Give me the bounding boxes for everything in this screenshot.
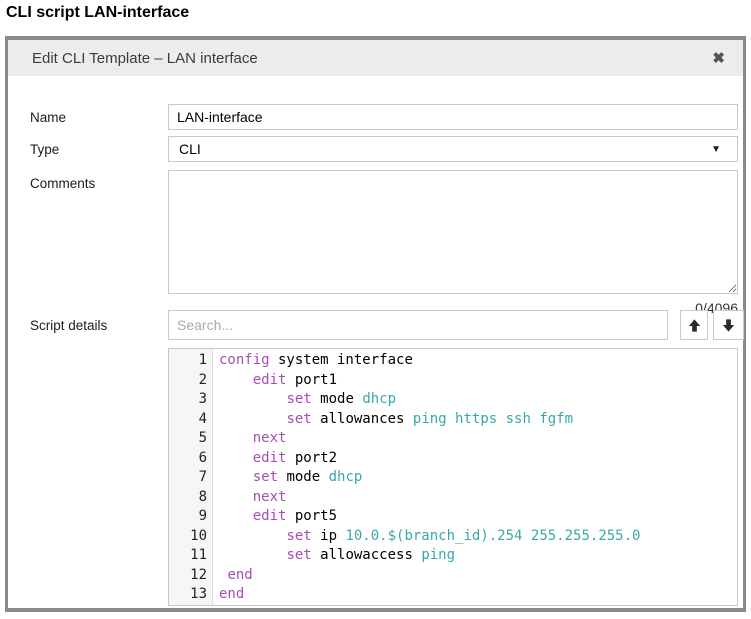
code-line: set ip 10.0.$(branch_id).254 255.255.255…	[219, 527, 737, 547]
code-lines: config system interface edit port1 set m…	[213, 349, 737, 605]
type-select-value: CLI	[179, 141, 711, 157]
code-line: set allowances ping https ssh fgfm	[219, 410, 737, 430]
comments-textarea[interactable]	[168, 170, 738, 294]
code-line: next	[219, 488, 737, 508]
script-code-editor[interactable]: 12345678910111213 config system interfac…	[168, 348, 738, 606]
code-line: set allowaccess ping	[219, 546, 737, 566]
name-input[interactable]	[168, 104, 738, 130]
arrow-up-icon	[687, 318, 702, 333]
arrow-down-icon	[721, 318, 736, 333]
script-details-label: Script details	[30, 318, 107, 333]
close-icon[interactable]: ✖	[712, 51, 725, 66]
line-numbers: 12345678910111213	[169, 349, 213, 605]
screen: CLI script LAN-interface Edit CLI Templa…	[0, 0, 751, 619]
code-line: edit port1	[219, 371, 737, 391]
move-up-button[interactable]	[680, 310, 708, 340]
type-label: Type	[30, 142, 59, 157]
code-line: end	[219, 566, 737, 586]
code-line: next	[219, 429, 737, 449]
page-title: CLI script LAN-interface	[6, 4, 189, 22]
dialog-title: Edit CLI Template – LAN interface	[32, 50, 712, 67]
code-line: edit port5	[219, 507, 737, 527]
script-search-input[interactable]	[168, 310, 668, 340]
code-line: edit port2	[219, 449, 737, 469]
move-down-button[interactable]	[713, 310, 744, 340]
chevron-down-icon: ▼	[711, 144, 721, 155]
dialog-header: Edit CLI Template – LAN interface ✖	[8, 40, 743, 76]
code-line: set mode dhcp	[219, 390, 737, 410]
type-select[interactable]: CLI ▼	[168, 136, 738, 162]
code-line: end	[219, 585, 737, 605]
comments-label: Comments	[30, 176, 95, 191]
name-label: Name	[30, 110, 66, 125]
edit-cli-template-dialog: Edit CLI Template – LAN interface ✖ Name…	[5, 36, 746, 612]
code-line: set mode dhcp	[219, 468, 737, 488]
code-line: config system interface	[219, 351, 737, 371]
